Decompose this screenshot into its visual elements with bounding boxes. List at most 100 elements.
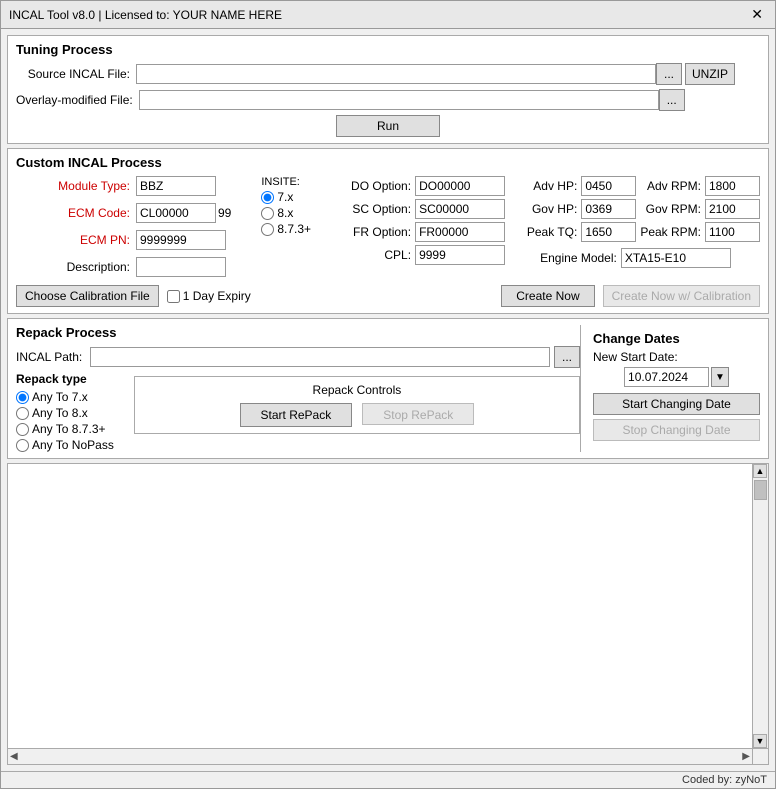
peak-rpm-label: Peak RPM: (640, 225, 701, 239)
options-col: DO Option: SC Option: FR Option: CPL: (341, 176, 505, 281)
ecm-code-label: ECM Code: (16, 206, 136, 220)
repack-left: Repack Process INCAL Path: ... Repack ty… (16, 325, 580, 452)
incal-path-input[interactable] (90, 347, 550, 367)
ecm-pn-input[interactable] (136, 230, 226, 250)
cpl-option-row: CPL: (341, 245, 505, 265)
incal-path-row: INCAL Path: ... (16, 346, 580, 368)
repack-controls: Repack Controls Start RePack Stop RePack (134, 376, 580, 434)
gov-rpm-label: Gov RPM: (640, 202, 701, 216)
unzip-button[interactable]: UNZIP (685, 63, 735, 85)
create-now-button[interactable]: Create Now (501, 285, 594, 307)
main-content: Tuning Process Source INCAL File: ... UN… (1, 29, 775, 771)
repack-8x-label: Any To 8.x (32, 406, 88, 420)
scroll-thumb[interactable] (754, 480, 767, 500)
radio-873-item[interactable]: 8.7.3+ (261, 222, 311, 236)
gov-hp-label: Gov HP: (527, 202, 577, 216)
date-row: ▼ (593, 367, 760, 387)
new-start-label: New Start Date: (593, 350, 760, 364)
radio-8x-item[interactable]: 8.x (261, 206, 311, 220)
repack-radio-nopass[interactable]: Any To NoPass (16, 438, 114, 452)
repack-radio-8x-input[interactable] (16, 407, 29, 420)
peak-rpm-input[interactable] (705, 222, 760, 242)
create-now-cal-button[interactable]: Create Now w/ Calibration (603, 285, 760, 307)
repack-nopass-label: Any To NoPass (32, 438, 114, 452)
radio-873[interactable] (261, 223, 274, 236)
ecm-suffix: 99 (218, 206, 231, 220)
repack-radio-873[interactable]: Any To 8.7.3+ (16, 422, 114, 436)
status-text: Coded by: zyNoT (682, 774, 767, 786)
start-repack-button[interactable]: Start RePack (240, 403, 353, 427)
custom-left-col: Module Type: ECM Code: 99 ECM PN: Descri… (16, 176, 231, 281)
description-row: Description: (16, 257, 231, 277)
tuning-process-title: Tuning Process (16, 42, 760, 57)
overlay-file-browse-button[interactable]: ... (659, 89, 685, 111)
incal-path-browse-button[interactable]: ... (554, 346, 580, 368)
vertical-scrollbar[interactable]: ▲ ▼ (752, 464, 768, 748)
one-day-expiry-checkbox[interactable] (167, 290, 180, 303)
tuning-process-section: Tuning Process Source INCAL File: ... UN… (7, 35, 769, 144)
start-changing-date-button[interactable]: Start Changing Date (593, 393, 760, 415)
radio-8x-label: 8.x (277, 206, 293, 220)
output-area: ▲ ▼ ◀ ▶ (7, 463, 769, 765)
engine-model-input[interactable] (621, 248, 731, 268)
repack-inner: Repack Process INCAL Path: ... Repack ty… (16, 325, 760, 452)
repack-7x-label: Any To 7.x (32, 390, 88, 404)
gov-rpm-input[interactable] (705, 199, 760, 219)
repack-lower: Repack type Any To 7.x Any To 8.x (16, 372, 580, 452)
repack-radio-873-input[interactable] (16, 423, 29, 436)
overlay-file-input[interactable] (139, 90, 659, 110)
repack-type-col: Repack type Any To 7.x Any To 8.x (16, 372, 114, 452)
incal-path-label: INCAL Path: (16, 350, 86, 364)
repack-radio-7x[interactable]: Any To 7.x (16, 390, 114, 404)
adv-col: Adv HP: Adv RPM: Gov HP: Gov RPM: Peak T… (527, 176, 760, 281)
source-file-row: Source INCAL File: ... UNZIP (16, 63, 760, 85)
peak-tq-input[interactable] (581, 222, 636, 242)
source-file-input[interactable] (136, 64, 656, 84)
adv-rpm-input[interactable] (705, 176, 760, 196)
fr-option-row: FR Option: (341, 222, 505, 242)
choose-calibration-button[interactable]: Choose Calibration File (16, 285, 159, 307)
engine-model-row: Engine Model: (527, 248, 760, 268)
stop-changing-date-button[interactable]: Stop Changing Date (593, 419, 760, 441)
scroll-up-arrow[interactable]: ▲ (753, 464, 767, 478)
overlay-file-row: Overlay-modified File: ... (16, 89, 760, 111)
fr-option-input[interactable] (415, 222, 505, 242)
repack-type-group: Any To 7.x Any To 8.x Any To 8.7.3+ (16, 390, 114, 452)
scroll-left-arrow[interactable]: ◀ (10, 751, 18, 762)
horizontal-scrollbar[interactable]: ◀ ▶ (8, 748, 752, 764)
main-window: INCAL Tool v8.0 | Licensed to: YOUR NAME… (0, 0, 776, 789)
insite-col: INSITE: 7.x 8.x 8.7.3+ (251, 176, 311, 281)
stop-repack-button[interactable]: Stop RePack (362, 403, 474, 425)
repack-radio-nopass-input[interactable] (16, 439, 29, 452)
source-file-browse-button[interactable]: ... (656, 63, 682, 85)
module-type-input[interactable] (136, 176, 216, 196)
cpl-option-label: CPL: (341, 248, 411, 262)
description-input[interactable] (136, 257, 226, 277)
scroll-down-arrow[interactable]: ▼ (753, 734, 767, 748)
radio-8x[interactable] (261, 207, 274, 220)
fr-option-label: FR Option: (341, 225, 411, 239)
repack-radio-7x-input[interactable] (16, 391, 29, 404)
adv-hp-label: Adv HP: (527, 179, 577, 193)
repack-section: Repack Process INCAL Path: ... Repack ty… (7, 318, 769, 459)
do-option-input[interactable] (415, 176, 505, 196)
repack-radio-8x[interactable]: Any To 8.x (16, 406, 114, 420)
repack-type-label: Repack type (16, 372, 114, 386)
radio-7x-item[interactable]: 7.x (261, 190, 311, 204)
close-button[interactable]: ✕ (747, 6, 767, 23)
scroll-right-arrow[interactable]: ▶ (742, 751, 750, 762)
adv-hp-input[interactable] (581, 176, 636, 196)
run-button[interactable]: Run (336, 115, 440, 137)
sc-option-input[interactable] (415, 199, 505, 219)
date-input[interactable] (624, 367, 709, 387)
custom-incal-section: Custom INCAL Process Module Type: ECM Co… (7, 148, 769, 314)
cpl-input[interactable] (415, 245, 505, 265)
ecm-code-input[interactable] (136, 203, 216, 223)
sc-option-row: SC Option: (341, 199, 505, 219)
radio-7x-label: 7.x (277, 190, 293, 204)
radio-7x[interactable] (261, 191, 274, 204)
calendar-button[interactable]: ▼ (711, 367, 729, 387)
gov-hp-input[interactable] (581, 199, 636, 219)
repack-title: Repack Process (16, 325, 580, 340)
one-day-expiry-label[interactable]: 1 Day Expiry (167, 289, 251, 303)
